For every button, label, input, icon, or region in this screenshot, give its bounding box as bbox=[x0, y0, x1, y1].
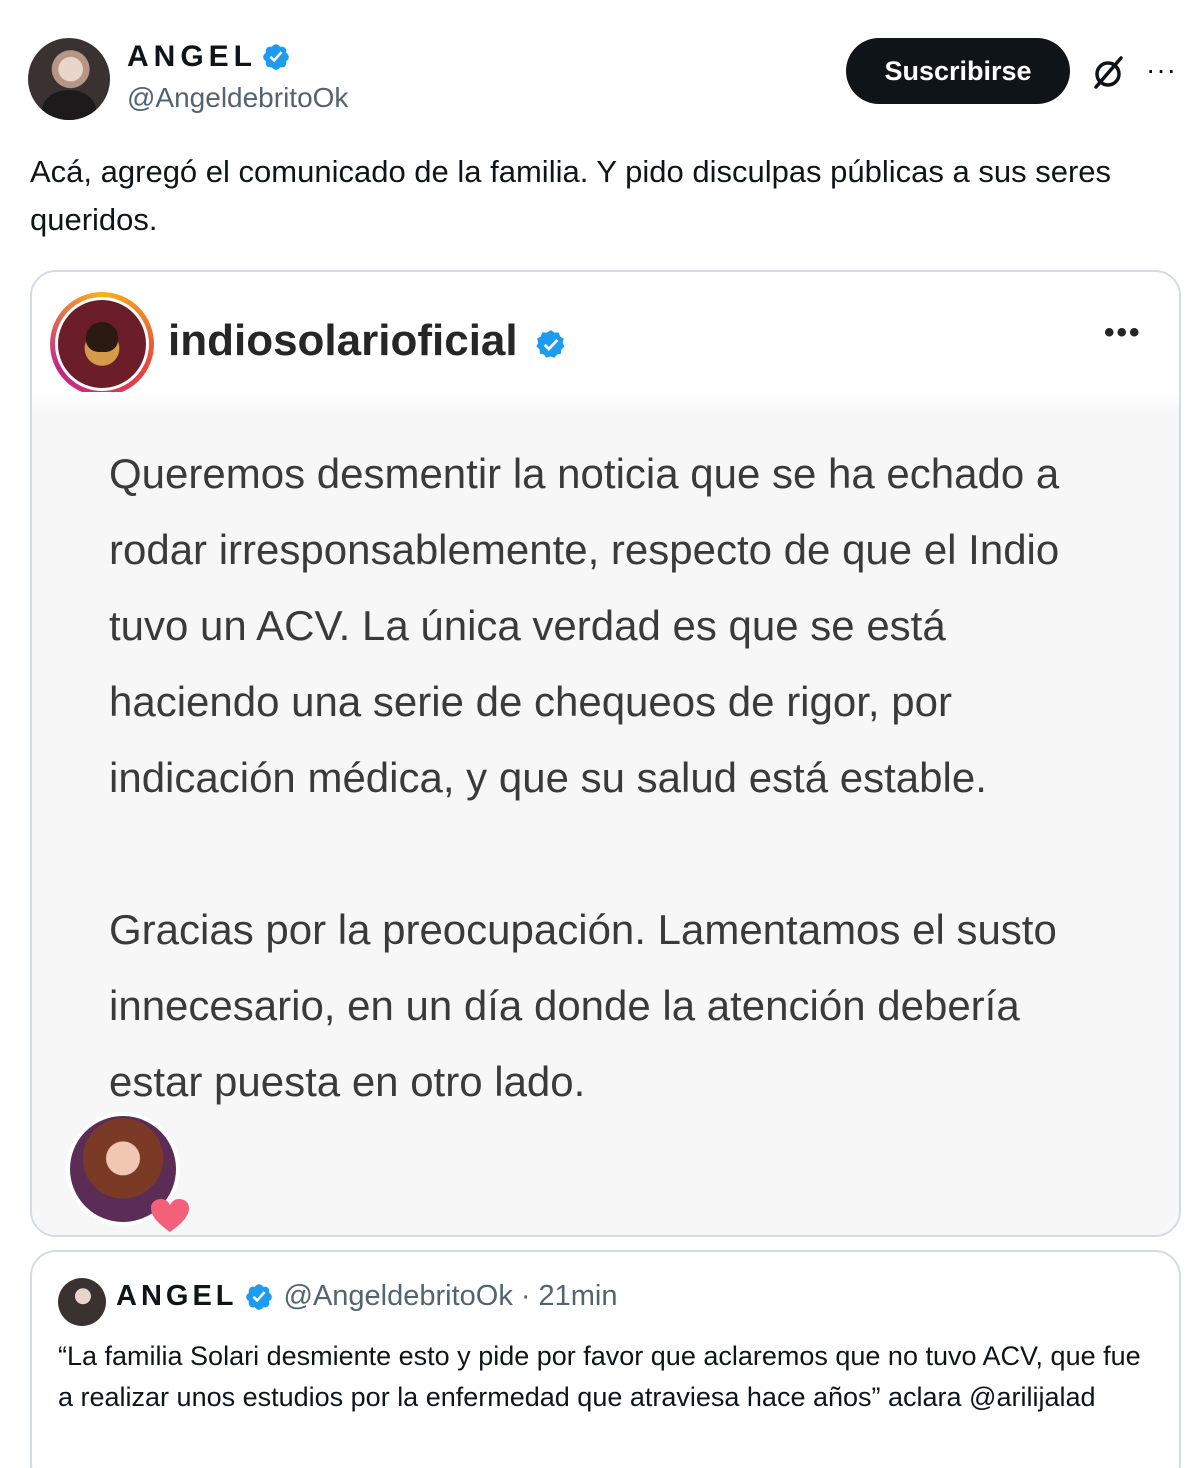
instagram-post-body: Queremos desmentir la noticia que se ha … bbox=[32, 414, 1179, 1235]
quoted-author-avatar[interactable] bbox=[58, 1278, 106, 1326]
instagram-verified-icon bbox=[536, 330, 565, 358]
author-name-row[interactable]: ANGEL bbox=[127, 40, 291, 74]
tweet-header: ANGEL @AngeldebritoOk Suscribirse ··· bbox=[0, 0, 1200, 130]
family-statement: Queremos desmentir la noticia que se ha … bbox=[109, 436, 1119, 1120]
quoted-text: “La familia Solari desmiente esto y pide… bbox=[58, 1341, 1141, 1412]
instagram-account-name: indiosolarioficial bbox=[168, 316, 518, 365]
quoted-display-name[interactable]: ANGEL bbox=[116, 1280, 238, 1313]
quoted-verified-icon bbox=[245, 1283, 272, 1310]
quoted-tweet[interactable]: ANGEL @AngeldebritoOk · 21min “La famili… bbox=[30, 1250, 1181, 1468]
author-display-name[interactable]: ANGEL bbox=[127, 40, 257, 74]
heart-icon bbox=[151, 1199, 189, 1232]
instagram-more-icon: ••• bbox=[1104, 316, 1142, 349]
quoted-timestamp[interactable]: 21min bbox=[539, 1280, 618, 1313]
author-handle[interactable]: @AngeldebritoOk bbox=[127, 82, 348, 114]
quoted-author-row: ANGEL @AngeldebritoOk · 21min bbox=[116, 1280, 618, 1313]
subscribe-button[interactable]: Suscribirse bbox=[846, 38, 1070, 104]
tweet-text: Acá, agregó el comunicado de la familia.… bbox=[30, 154, 1112, 237]
verified-badge-icon bbox=[263, 44, 289, 70]
header-divider bbox=[32, 392, 1179, 414]
instagram-post-header: indiosolarioficial ••• bbox=[32, 272, 1179, 414]
statement-paragraph-1: Queremos desmentir la noticia que se ha … bbox=[109, 450, 1060, 801]
more-horizontal-icon[interactable]: ··· bbox=[1146, 56, 1177, 84]
instagram-avatar bbox=[58, 300, 146, 388]
quoted-separator: · bbox=[520, 1280, 531, 1312]
statement-paragraph-2: Gracias por la preocupación. Lamentamos … bbox=[109, 906, 1057, 1105]
tweet-media-card[interactable]: indiosolarioficial ••• Queremos desmenti… bbox=[30, 270, 1181, 1237]
author-avatar[interactable] bbox=[28, 38, 110, 120]
grok-slash-icon[interactable] bbox=[1088, 52, 1128, 92]
quoted-handle[interactable]: @AngeldebritoOk bbox=[284, 1280, 513, 1313]
